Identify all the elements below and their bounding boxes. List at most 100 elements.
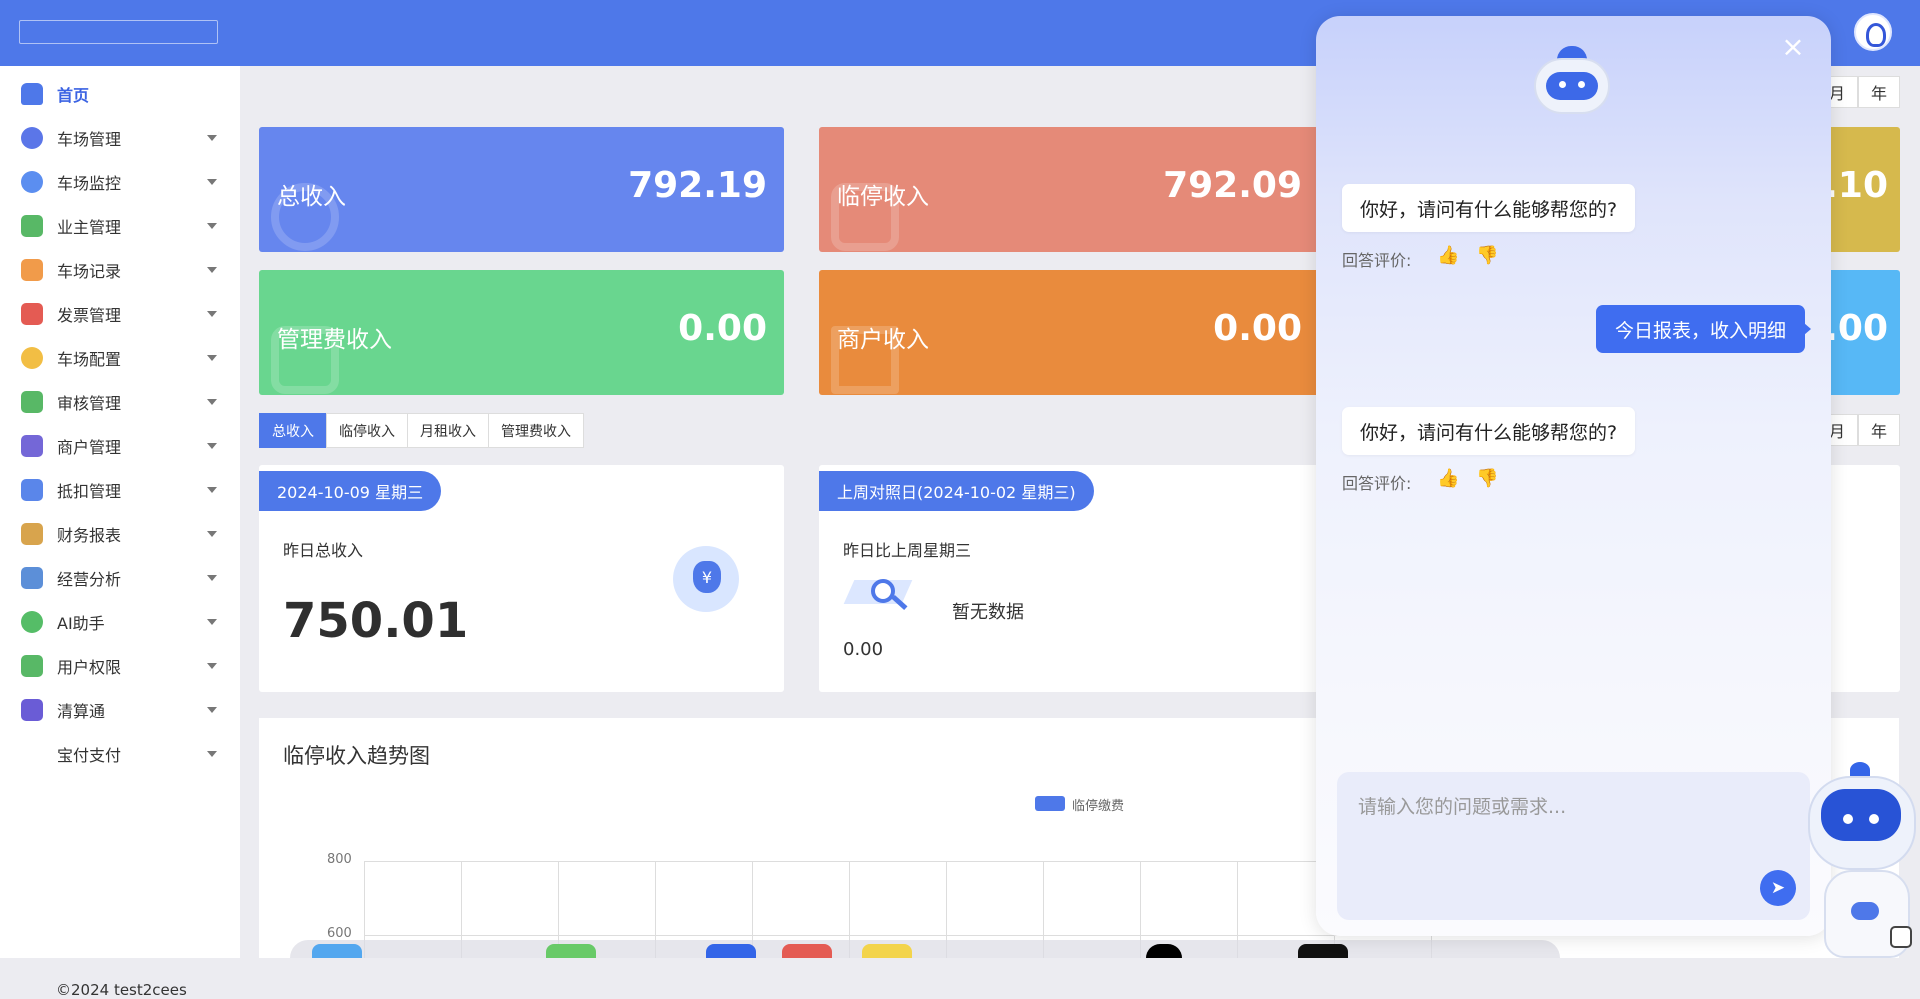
legend-swatch (1035, 796, 1065, 811)
user-avatar[interactable] (1854, 13, 1892, 51)
card-value: 792.19 (628, 165, 767, 206)
total-income-card: 总收入 792.19 (259, 127, 784, 252)
sidebar-item-merchant[interactable]: 商户管理 (0, 424, 240, 468)
sidebar-item-ai[interactable]: AI助手 (0, 600, 240, 644)
thumbs-up-icon[interactable]: 👍 (1437, 245, 1459, 267)
sidebar-item-label: 抵扣管理 (57, 482, 122, 501)
close-icon[interactable]: × (1779, 33, 1807, 61)
sidebar-item-label: 发票管理 (57, 306, 122, 325)
card-value: 0.00 (1213, 308, 1302, 349)
tab-total-income[interactable]: 总收入 (259, 413, 327, 448)
sidebar-item-label: 用户权限 (57, 658, 122, 677)
permission-icon (21, 655, 43, 677)
analysis-icon (21, 567, 43, 589)
sidebar-item-finance[interactable]: 财务报表 (0, 512, 240, 556)
card-label: 商户收入 (837, 327, 929, 353)
rating-label: 回答评价: (1342, 474, 1412, 493)
tab-monthly-income[interactable]: 月租收入 (407, 413, 489, 448)
date-pill: 2024-10-09 星期三 (259, 471, 442, 511)
yesterday-income-panel: 2024-10-09 星期三 昨日总收入 750.01 (259, 465, 784, 692)
sidebar-item-clearing[interactable]: 清算通 (0, 688, 240, 732)
chevron-down-icon (207, 267, 217, 273)
chat-input[interactable]: 请输入您的问题或需求... ➤ (1337, 772, 1810, 920)
robot-avatar-icon (1534, 46, 1610, 122)
right-summary-card: .10 (1828, 127, 1900, 252)
taskbar (290, 940, 1560, 958)
corner-menu-icon[interactable] (1890, 926, 1912, 948)
management-fee-card: 管理费收入 0.00 (259, 270, 784, 395)
card-value: 0.00 (678, 308, 767, 349)
sidebar-item-label: 清算通 (57, 702, 106, 721)
taskbar-app-icon[interactable] (1298, 944, 1348, 958)
chevron-down-icon (207, 575, 217, 581)
card-label: 管理费收入 (277, 327, 392, 353)
y-axis-tick-label: 600 (327, 926, 352, 941)
sidebar-item-monitoring[interactable]: 车场监控 (0, 160, 240, 204)
comparison-date-pill: 上周对照日(2024-10-02 星期三) (819, 471, 1094, 511)
robot-face (1821, 789, 1901, 841)
robot-face (1546, 72, 1598, 100)
card-value: 792.09 (1163, 165, 1302, 206)
robot-eye (1843, 814, 1853, 824)
sidebar-item-label: 审核管理 (57, 394, 122, 413)
sidebar-item-label: 业主管理 (57, 218, 122, 237)
finance-icon (21, 523, 43, 545)
tab-temporary-income[interactable]: 临停收入 (326, 413, 408, 448)
sidebar-item-permission[interactable]: 用户权限 (0, 644, 240, 688)
card-value: .00 (1828, 308, 1888, 349)
yesterday-label: 昨日总收入 (283, 541, 364, 560)
sidebar-item-payment[interactable]: 宝付支付 (0, 732, 240, 776)
merchant-income-card: 商户收入 0.00 (819, 270, 1319, 395)
record-icon (21, 259, 43, 281)
robot-eye (1578, 81, 1585, 88)
chevron-down-icon (207, 179, 217, 185)
tab-management-income[interactable]: 管理费收入 (488, 413, 584, 448)
yesterday-value: 750.01 (283, 593, 469, 649)
thumbs-up-icon[interactable]: 👍 (1437, 468, 1459, 490)
sidebar-item-label: 车场管理 (57, 130, 122, 149)
sidebar-item-parking[interactable]: 车场管理 (0, 116, 240, 160)
taskbar-app-icon[interactable] (862, 944, 912, 958)
chevron-down-icon (207, 707, 217, 713)
taskbar-app-icon[interactable] (782, 944, 832, 958)
revenue-tab-group: 总收入 临停收入 月租收入 管理费收入 (259, 413, 584, 448)
sidebar-item-label: AI助手 (57, 614, 105, 633)
right-summary-card-2: .00 (1828, 270, 1900, 395)
temporary-parking-card: 临停收入 792.09 (819, 127, 1319, 252)
ticket-icon (21, 479, 43, 501)
sidebar-item-label: 财务报表 (57, 526, 122, 545)
chevron-down-icon (207, 487, 217, 493)
taskbar-app-icon[interactable] (546, 944, 596, 958)
sidebar-item-home[interactable]: 首页 (0, 72, 240, 116)
sidebar-item-label: 商户管理 (57, 438, 122, 457)
chevron-down-icon (207, 443, 217, 449)
sidebar-item-audit[interactable]: 审核管理 (0, 380, 240, 424)
thumbs-down-icon[interactable]: 👎 (1476, 245, 1498, 267)
home-icon (21, 83, 43, 105)
thumbs-down-icon[interactable]: 👎 (1476, 468, 1498, 490)
chevron-down-icon (207, 399, 217, 405)
taskbar-app-icon[interactable] (706, 944, 756, 958)
audit-icon (21, 391, 43, 413)
taskbar-app-icon[interactable] (1146, 944, 1182, 958)
sidebar-item-owner[interactable]: 业主管理 (0, 204, 240, 248)
chart-title: 临停收入趋势图 (283, 744, 430, 768)
taskbar-app-icon[interactable] (312, 944, 362, 958)
sidebar-item-deduction[interactable]: 抵扣管理 (0, 468, 240, 512)
sidebar-item-invoice[interactable]: 发票管理 (0, 292, 240, 336)
sidebar: 首页 车场管理 车场监控 业主管理 车场记录 发票管理 车场配置 审核管理 商户… (0, 66, 240, 999)
sidebar-item-config[interactable]: 车场配置 (0, 336, 240, 380)
sidebar-item-analysis[interactable]: 经营分析 (0, 556, 240, 600)
card-label: 临停收入 (837, 184, 929, 210)
year-tab[interactable]: 年 (1858, 76, 1900, 108)
sidebar-item-record[interactable]: 车场记录 (0, 248, 240, 292)
invoice-icon (21, 303, 43, 325)
bot-message: 你好，请问有什么能够帮您的? (1342, 407, 1636, 455)
chevron-down-icon (207, 355, 217, 361)
legend-label: 临停缴费 (1072, 799, 1125, 814)
chevron-down-icon (207, 663, 217, 669)
send-icon[interactable]: ➤ (1760, 870, 1796, 906)
card-value: .10 (1828, 165, 1888, 206)
year-tab[interactable]: 年 (1858, 414, 1900, 446)
comparison-value: 0.00 (843, 639, 884, 660)
